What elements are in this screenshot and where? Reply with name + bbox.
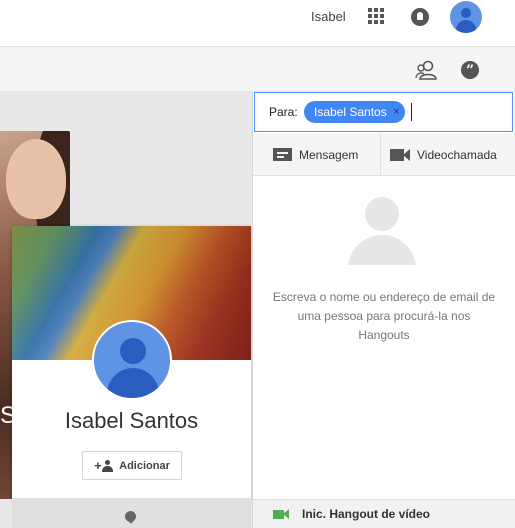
- account-avatar[interactable]: [450, 1, 482, 33]
- profile-card: Isabel Santos + Adicionar: [12, 226, 251, 498]
- to-label: Para:: [269, 105, 298, 119]
- hangouts-panel: Para: Isabel Santos × Mensagem Videocham…: [252, 92, 515, 528]
- add-button-label: Adicionar: [119, 459, 170, 472]
- apps-grid-icon[interactable]: [368, 8, 384, 24]
- bell-icon[interactable]: [411, 8, 429, 26]
- placeholder-avatar-icon: [348, 197, 416, 265]
- message-icon: [273, 148, 292, 161]
- text-caret: [411, 103, 412, 121]
- hangouts-quote-icon[interactable]: ”: [461, 61, 479, 79]
- conversation-actions: Mensagem Videochamada: [253, 133, 515, 176]
- video-call-button-label: Videochamada: [417, 147, 497, 162]
- secondary-bar: ”: [0, 47, 515, 92]
- add-button[interactable]: + Adicionar: [82, 451, 182, 480]
- recipient-chip-label: Isabel Santos: [314, 105, 387, 119]
- comment-icon[interactable]: [125, 511, 136, 524]
- top-bar: Isabel: [0, 0, 515, 47]
- video-camera-icon: [390, 148, 410, 161]
- people-icon[interactable]: [415, 60, 437, 80]
- start-video-hangout-label: Inic. Hangout de vídeo: [302, 507, 431, 521]
- message-button[interactable]: Mensagem: [253, 133, 381, 176]
- profile-name: Isabel Santos: [64, 408, 199, 433]
- recipient-input[interactable]: Para: Isabel Santos ×: [254, 92, 513, 132]
- start-video-hangout-button[interactable]: Inic. Hangout de vídeo: [253, 499, 515, 528]
- recipient-chip[interactable]: Isabel Santos ×: [304, 101, 405, 123]
- message-button-label: Mensagem: [299, 147, 359, 162]
- search-hint: Escreva o nome ou endereço de email de u…: [272, 290, 496, 342]
- video-call-button[interactable]: Videochamada: [382, 133, 515, 176]
- green-video-icon: [273, 508, 289, 519]
- profile-avatar[interactable]: [92, 320, 172, 400]
- card-footer: [12, 498, 251, 528]
- add-person-icon: +: [94, 459, 114, 472]
- chip-remove-icon[interactable]: ×: [393, 101, 399, 123]
- account-name-link[interactable]: Isabel: [311, 9, 346, 24]
